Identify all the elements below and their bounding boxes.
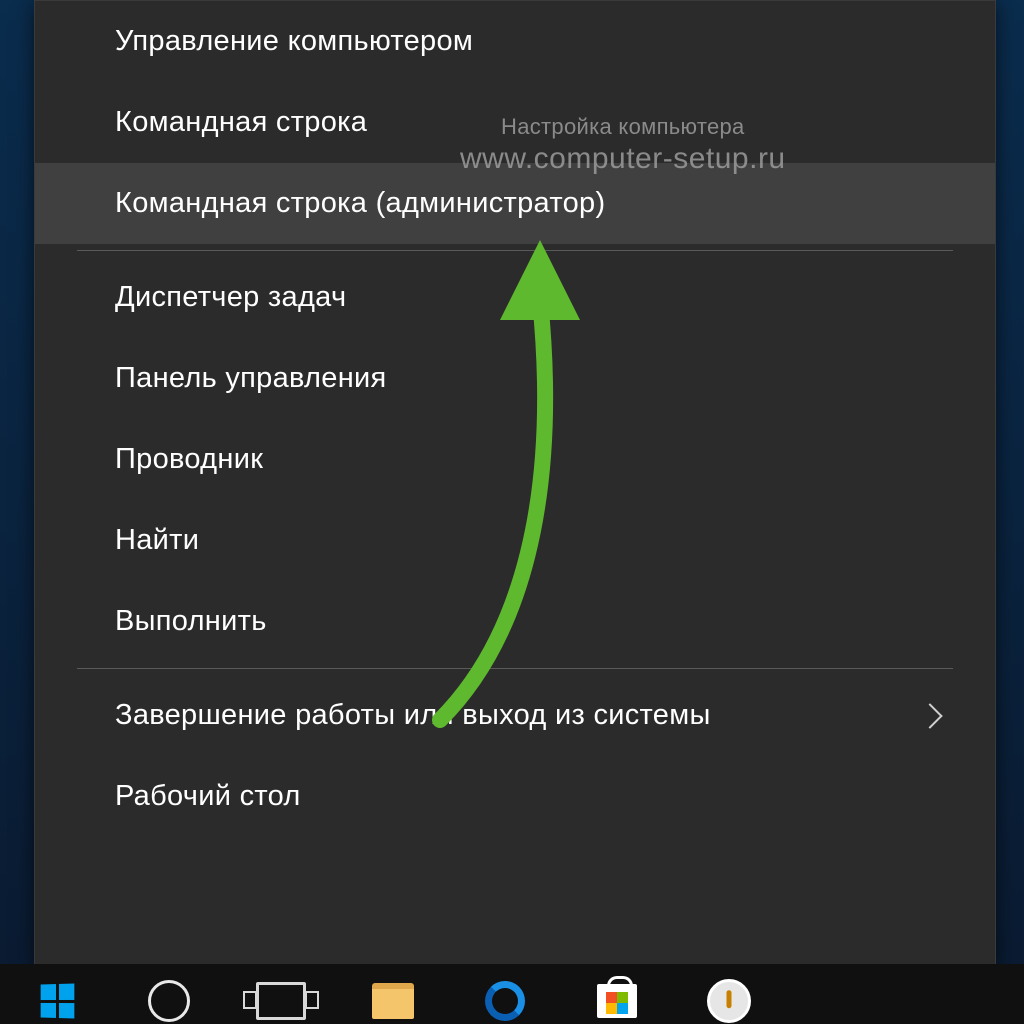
taskbar-store[interactable] xyxy=(580,978,654,1024)
edge-icon xyxy=(485,981,525,1021)
desktop-background: Управление компьютером Командная строка … xyxy=(0,0,1024,1024)
store-icon xyxy=(597,984,637,1018)
menu-item-command-prompt-admin[interactable]: Командная строка (администратор) xyxy=(35,163,995,244)
menu-item-command-prompt[interactable]: Командная строка xyxy=(35,82,995,163)
menu-item-label: Рабочий стол xyxy=(115,780,301,813)
cortana-icon xyxy=(148,980,190,1022)
menu-item-label: Командная строка (администратор) xyxy=(115,187,605,220)
menu-item-label: Управление компьютером xyxy=(115,25,473,58)
menu-item-computer-management[interactable]: Управление компьютером xyxy=(35,1,995,82)
taskbar xyxy=(0,964,1024,1024)
taskbar-file-explorer[interactable] xyxy=(356,978,430,1024)
task-view-button[interactable] xyxy=(244,978,318,1024)
menu-item-shutdown-signout[interactable]: Завершение работы или выход из системы xyxy=(35,675,995,756)
menu-item-run[interactable]: Выполнить xyxy=(35,581,995,662)
menu-item-label: Выполнить xyxy=(115,605,267,638)
menu-item-label: Найти xyxy=(115,524,199,557)
tips-icon xyxy=(707,979,751,1023)
start-button[interactable] xyxy=(20,978,94,1024)
cortana-button[interactable] xyxy=(132,978,206,1024)
menu-item-label: Завершение работы или выход из системы xyxy=(115,699,711,732)
folder-icon xyxy=(372,983,414,1019)
taskbar-tips[interactable] xyxy=(692,978,766,1024)
menu-item-label: Командная строка xyxy=(115,106,367,139)
chevron-right-icon xyxy=(917,703,942,728)
menu-item-task-manager[interactable]: Диспетчер задач xyxy=(35,257,995,338)
task-view-icon xyxy=(256,982,306,1020)
menu-item-label: Диспетчер задач xyxy=(115,281,346,314)
menu-item-desktop[interactable]: Рабочий стол xyxy=(35,756,995,837)
menu-item-file-explorer[interactable]: Проводник xyxy=(35,419,995,500)
taskbar-edge[interactable] xyxy=(468,978,542,1024)
menu-separator xyxy=(77,250,953,251)
menu-separator xyxy=(77,668,953,669)
menu-item-control-panel[interactable]: Панель управления xyxy=(35,338,995,419)
winx-power-menu: Управление компьютером Командная строка … xyxy=(34,0,996,966)
menu-item-label: Панель управления xyxy=(115,362,387,395)
menu-item-label: Проводник xyxy=(115,443,263,476)
menu-item-search[interactable]: Найти xyxy=(35,500,995,581)
windows-logo-icon xyxy=(41,983,75,1018)
